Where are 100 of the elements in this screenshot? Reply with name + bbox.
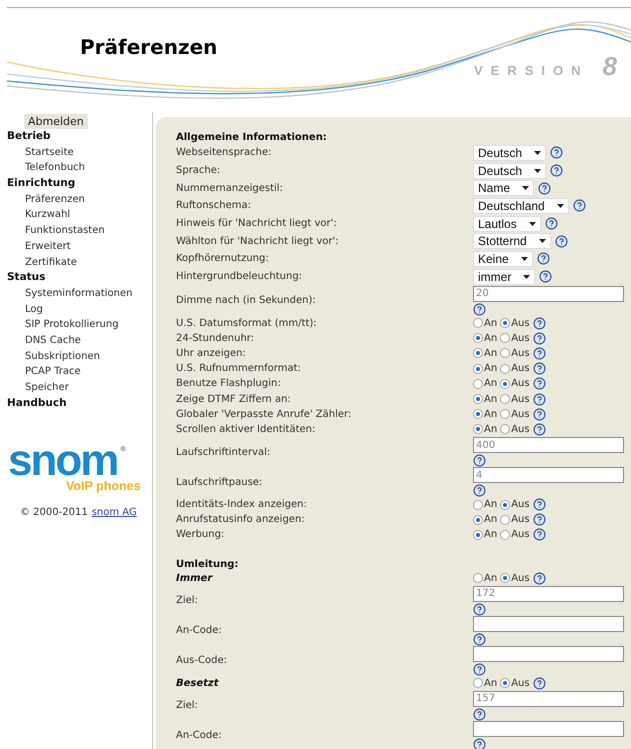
nav-heading[interactable]: Status xyxy=(0,270,152,286)
radio-button[interactable] xyxy=(473,573,483,584)
radio-button[interactable] xyxy=(473,409,483,420)
logout-button[interactable]: Abmelden xyxy=(24,114,88,129)
nav-item[interactable]: Startseite xyxy=(0,144,152,160)
help-icon[interactable] xyxy=(473,738,486,749)
radio-option[interactable]: An xyxy=(473,514,498,526)
radio-button[interactable] xyxy=(473,424,483,434)
radio-option[interactable]: An xyxy=(473,378,498,390)
radio-option[interactable]: An xyxy=(473,529,498,540)
help-icon[interactable] xyxy=(536,252,550,266)
radio-button[interactable] xyxy=(500,530,510,540)
nav-item[interactable]: Subskriptionen xyxy=(0,348,152,364)
help-icon[interactable] xyxy=(532,362,546,376)
radio-option[interactable]: Aus xyxy=(500,499,530,510)
radio-button[interactable] xyxy=(500,514,510,525)
input-field[interactable]: 172 xyxy=(473,586,624,602)
input-field[interactable]: 400 xyxy=(473,437,624,453)
radio-button[interactable] xyxy=(500,409,510,420)
nav-heading[interactable]: Einrichtung xyxy=(0,176,152,192)
help-icon[interactable] xyxy=(532,572,546,585)
radio-option[interactable]: Aus xyxy=(500,348,530,359)
radio-option[interactable]: An xyxy=(473,499,498,510)
radio-button[interactable] xyxy=(473,378,483,389)
radio-option[interactable]: An xyxy=(473,348,498,359)
input-field[interactable]: 20 xyxy=(473,286,624,302)
radio-button[interactable] xyxy=(500,378,510,389)
nav-item[interactable]: Kurzwahl xyxy=(0,207,152,224)
help-icon[interactable] xyxy=(532,346,546,360)
radio-button[interactable] xyxy=(500,348,510,358)
input-field[interactable]: 157 xyxy=(473,690,624,707)
radio-button[interactable] xyxy=(500,678,510,688)
help-icon[interactable] xyxy=(473,454,486,467)
radio-option[interactable]: An xyxy=(473,408,498,420)
help-icon[interactable] xyxy=(532,392,546,406)
radio-option[interactable]: An xyxy=(473,363,498,374)
radio-option[interactable]: An xyxy=(473,678,498,689)
radio-button[interactable] xyxy=(500,364,510,374)
help-icon[interactable] xyxy=(532,676,546,690)
input-field[interactable] xyxy=(473,616,624,632)
nav-item[interactable]: Erweitert xyxy=(0,238,152,254)
help-icon[interactable] xyxy=(473,662,486,676)
help-icon[interactable] xyxy=(473,302,486,316)
nav-item[interactable]: SIP Protokollierung xyxy=(0,317,152,333)
help-icon[interactable] xyxy=(473,602,486,616)
help-icon[interactable] xyxy=(532,422,546,436)
nav-item[interactable]: Log xyxy=(0,302,152,318)
radio-button[interactable] xyxy=(500,424,510,434)
company-link[interactable]: snom AG xyxy=(92,507,137,518)
radio-button[interactable] xyxy=(473,348,483,358)
help-icon[interactable] xyxy=(532,316,546,330)
nav-heading[interactable]: Handbuch xyxy=(0,396,152,412)
nav-item[interactable]: Zertifikate xyxy=(0,254,152,270)
radio-option[interactable]: Aus xyxy=(500,363,530,374)
nav-item[interactable]: PCAP Trace xyxy=(0,364,152,380)
nav-item[interactable]: Systeminformationen xyxy=(0,286,152,302)
radio-option[interactable]: Aus xyxy=(500,318,530,329)
help-icon[interactable] xyxy=(538,182,552,195)
radio-button[interactable] xyxy=(473,364,483,374)
radio-button[interactable] xyxy=(500,318,510,328)
nav-item[interactable]: Telefonbuch xyxy=(0,160,152,176)
radio-button[interactable] xyxy=(473,530,483,540)
radio-button[interactable] xyxy=(473,333,483,344)
help-icon[interactable] xyxy=(539,270,552,284)
help-icon[interactable] xyxy=(473,632,486,646)
help-icon[interactable] xyxy=(554,234,568,248)
radio-button[interactable] xyxy=(500,333,510,344)
dropdown[interactable]: Name xyxy=(473,180,534,196)
radio-option[interactable]: An xyxy=(473,572,498,584)
radio-option[interactable]: Aus xyxy=(500,424,530,435)
dropdown[interactable]: Deutschland xyxy=(473,198,569,214)
input-field[interactable]: 4 xyxy=(473,467,624,483)
radio-option[interactable]: Aus xyxy=(500,408,530,420)
help-icon[interactable] xyxy=(532,498,546,512)
help-icon[interactable] xyxy=(550,146,564,160)
input-field[interactable] xyxy=(473,646,624,662)
radio-button[interactable] xyxy=(500,394,510,404)
help-icon[interactable] xyxy=(572,199,586,212)
radio-option[interactable]: Aus xyxy=(500,529,530,540)
dropdown[interactable]: immer xyxy=(473,268,536,285)
input-field[interactable] xyxy=(473,720,624,737)
dropdown[interactable]: Deutsch xyxy=(473,144,546,161)
help-icon[interactable] xyxy=(532,408,546,421)
radio-option[interactable]: An xyxy=(473,332,498,344)
radio-option[interactable]: Aus xyxy=(500,332,530,344)
radio-button[interactable] xyxy=(473,678,483,688)
nav-item[interactable]: Funktionstasten xyxy=(0,223,152,239)
radio-button[interactable] xyxy=(500,500,510,510)
help-icon[interactable] xyxy=(550,164,564,178)
help-icon[interactable] xyxy=(532,377,546,390)
radio-button[interactable] xyxy=(473,500,483,510)
radio-option[interactable]: An xyxy=(473,394,498,405)
help-icon[interactable] xyxy=(473,484,486,497)
help-icon[interactable] xyxy=(473,708,486,721)
dropdown[interactable]: Stotternd xyxy=(473,233,551,250)
radio-option[interactable]: Aus xyxy=(500,572,530,584)
nav-item[interactable]: Präferenzen xyxy=(0,192,152,208)
radio-option[interactable]: Aus xyxy=(500,378,530,390)
radio-button[interactable] xyxy=(473,318,483,328)
help-icon[interactable] xyxy=(532,513,546,526)
